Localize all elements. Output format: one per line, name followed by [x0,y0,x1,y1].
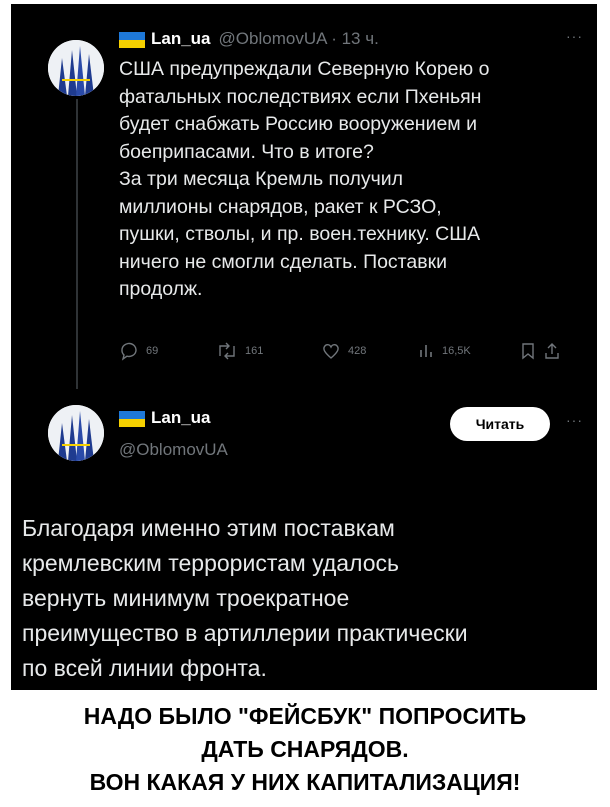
tweet-text-line: будет снабжать Россию вооружением и [119,113,478,135]
repost-icon [219,342,235,360]
meme-caption: НАДО БЫЛО "ФЕЙСБУК" ПОПРОСИТЬ ДАТЬ СНАРЯ… [0,700,610,799]
views-button[interactable]: 16,5K [417,341,471,361]
tweet-text-line: вернуть минимум троекратное [22,585,350,611]
author-name[interactable]: Lan_ua [151,408,211,428]
ukraine-flag-icon [119,32,145,48]
tweet-text-line: ничего не смогли сделать. Поставки [119,250,448,273]
repost-button[interactable]: 161 [216,341,263,361]
tweet-text-line: продолж. [119,278,203,300]
tweet-text-line: миллионы снарядов, ракет к РСЗО, [119,195,442,218]
like-count: 428 [348,345,367,357]
monument-avatar-icon [48,40,104,96]
caption-line: ВОН КАКАЯ У НИХ КАПИТАЛИЗАЦИЯ! [89,769,521,795]
monument-avatar-icon [48,405,104,461]
repost-count: 161 [245,345,264,357]
author-handle[interactable]: @OblomovUA [119,440,228,460]
caption-line: ДАТЬ СНАРЯДОВ. [201,736,409,762]
ukraine-flag-icon [119,411,145,427]
tweet1-action-bar: 69 161 428 16,5K [119,341,559,365]
more-icon[interactable]: ··· [566,412,583,428]
tweet-text-line: США предупреждали Северную Корею о [119,58,490,80]
bookmark-button[interactable] [519,341,544,361]
tweet2-author-row: Lan_ua [119,408,211,428]
bookmark-icon [522,343,534,360]
tweet-text-line: фатальных последствиях если Пхеньян [119,85,482,108]
thread-line [76,99,78,389]
heart-icon [323,343,339,359]
avatar[interactable] [48,40,104,96]
tweet-text-line: Благодаря именно этим поставкам [22,515,395,541]
reply-button[interactable]: 69 [119,341,158,361]
tweet1-author-row: Lan_ua @OblomovUA · 13 ч. [119,29,379,49]
share-icon [545,343,559,359]
caption-line: НАДО БЫЛО "ФЕЙСБУК" ПОПРОСИТЬ [83,703,527,729]
author-handle-time[interactable]: @OblomovUA · 13 ч. [219,29,379,49]
screenshot-panel: Lan_ua @OblomovUA · 13 ч. ··· США предуп… [11,4,597,690]
author-name[interactable]: Lan_ua [151,29,211,49]
views-count: 16,5K [442,345,471,357]
tweet1-text: США предупреждали Северную Корею о фатал… [119,56,589,304]
reply-icon [121,342,137,361]
avatar[interactable] [48,405,104,461]
views-chart-icon [420,345,432,357]
more-icon[interactable]: ··· [566,28,583,44]
tweet-text-line: За три месяца Кремль получил [119,168,404,190]
tweet-text-line: кремлевским террористам удалось [22,550,399,576]
tweet-text-line: преимущество в артиллерии практически [22,620,468,646]
like-button[interactable]: 428 [321,341,366,361]
tweet-text-line: пушки, стволы, и пр. воен.технику. США [119,223,481,245]
reply-count: 69 [146,345,159,357]
tweet-text-line: боеприпасами. Что в итоге? [119,140,374,163]
tweet-text-line: по всей линии фронта. [22,655,267,681]
share-button[interactable] [543,341,568,361]
follow-button[interactable]: Читать [450,407,550,441]
tweet2-text: Благодаря именно этим поставкам кремлевс… [22,511,592,686]
